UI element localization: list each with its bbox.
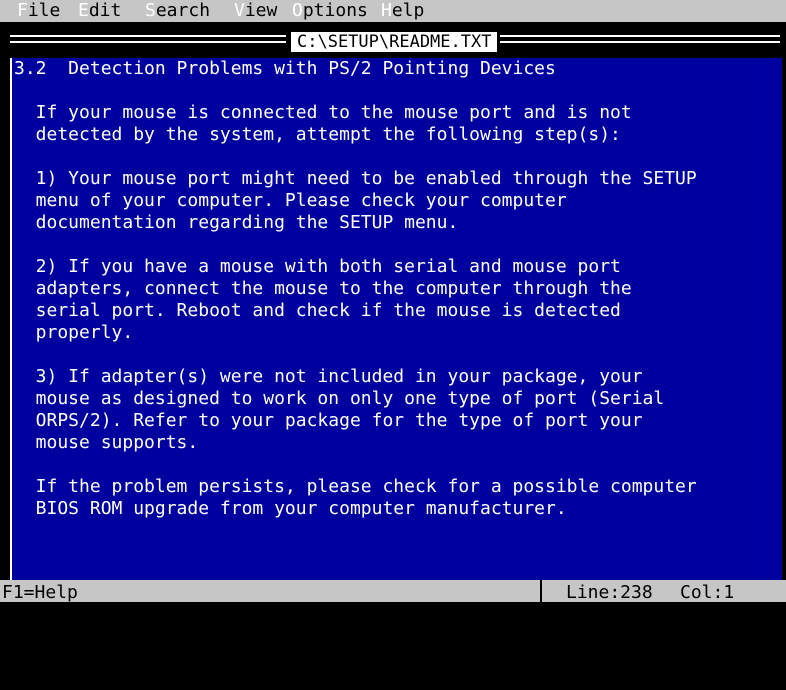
menu-file-hotkey: F bbox=[17, 0, 28, 21]
text-line: adapters, connect the mouse to the compu… bbox=[14, 278, 632, 299]
text-line bbox=[12, 146, 782, 168]
title-bar-rule-right-top bbox=[500, 35, 780, 37]
menu-options-hotkey: O bbox=[292, 0, 303, 21]
menu-help-hotkey: H bbox=[381, 0, 392, 21]
title-bar-rule-left-bottom bbox=[10, 41, 286, 43]
help-hint[interactable]: F1=Help bbox=[2, 582, 78, 604]
text-line: serial port. Reboot and check if the mou… bbox=[14, 300, 621, 321]
menu-search-hotkey: S bbox=[145, 0, 156, 21]
text-line bbox=[12, 454, 782, 476]
menu-edit-label: dit bbox=[88, 0, 122, 21]
text-line: If the problem persists, please check fo… bbox=[14, 476, 697, 497]
text-line: BIOS ROM upgrade from your computer manu… bbox=[14, 498, 567, 519]
text-line: If your mouse is connected to the mouse … bbox=[14, 102, 632, 123]
menu-edit-hotkey: E bbox=[78, 0, 89, 21]
text-line: menu of your computer. Please check your… bbox=[14, 190, 567, 211]
text-line: 1) Your mouse port might need to be enab… bbox=[14, 168, 697, 189]
document-text-area[interactable]: 3.2 Detection Problems with PS/2 Pointin… bbox=[10, 58, 782, 580]
text-line: 3) If adapter(s) were not included in yo… bbox=[14, 366, 643, 387]
window-title: C:\SETUP\README.TXT bbox=[291, 32, 498, 52]
menu-view-label: iew bbox=[244, 0, 278, 21]
menu-view[interactable]: View bbox=[234, 0, 277, 22]
text-line: mouse supports. bbox=[14, 432, 199, 453]
menu-options[interactable]: Options bbox=[292, 0, 368, 22]
text-line: detected by the system, attempt the foll… bbox=[14, 124, 621, 145]
text-line bbox=[12, 80, 782, 102]
menu-search[interactable]: Search bbox=[145, 0, 210, 22]
text-line: 3.2 Detection Problems with PS/2 Pointin… bbox=[14, 58, 556, 79]
status-separator bbox=[540, 580, 542, 602]
text-line: documentation regarding the SETUP menu. bbox=[14, 212, 459, 233]
status-bar: F1=Help Line:238 Col:1 bbox=[0, 580, 786, 604]
text-line bbox=[12, 234, 782, 256]
column-number: Col:1 bbox=[680, 582, 735, 603]
menu-options-label: ptions bbox=[302, 0, 368, 21]
text-line: 2) If you have a mouse with both serial … bbox=[14, 256, 621, 277]
menu-search-label: earch bbox=[155, 0, 211, 21]
editor-window: C:\SETUP\README.TXT 3.2 Detection Proble… bbox=[0, 22, 786, 580]
text-line: properly. bbox=[14, 322, 134, 343]
menu-bar: File Edit Search View Options Help bbox=[0, 0, 786, 22]
text-line: ORPS/2). Refer to your package for the t… bbox=[14, 410, 643, 431]
menu-file-label: ile bbox=[27, 0, 61, 21]
menu-edit[interactable]: Edit bbox=[78, 0, 121, 22]
menu-help[interactable]: Help bbox=[381, 0, 424, 22]
text-line bbox=[12, 344, 782, 366]
text-line: mouse as designed to work on only one ty… bbox=[14, 388, 665, 409]
menu-file[interactable]: File bbox=[17, 0, 60, 22]
title-bar-rule-right-bottom bbox=[500, 41, 780, 43]
menu-help-label: elp bbox=[391, 0, 425, 21]
menu-view-hotkey: V bbox=[234, 0, 245, 21]
line-number: Line:238 bbox=[566, 582, 653, 603]
title-bar-rule-left-top bbox=[10, 35, 286, 37]
